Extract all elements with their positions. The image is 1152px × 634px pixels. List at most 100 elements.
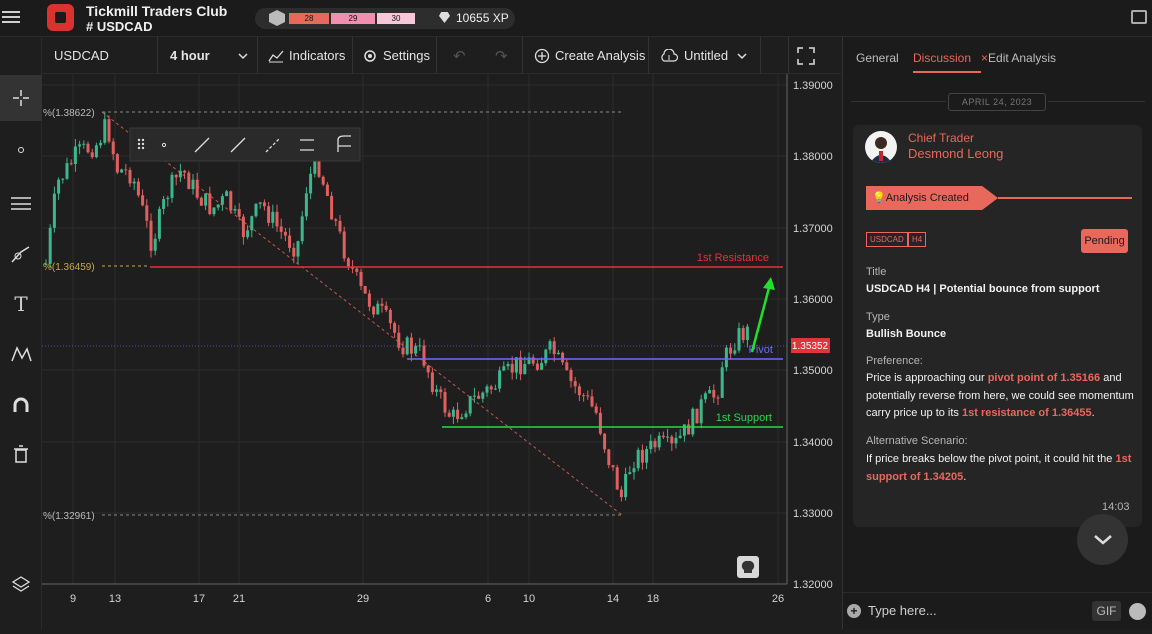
layers-icon[interactable] <box>0 561 42 607</box>
candle-body <box>401 347 405 355</box>
fib-label-mid: %(1.36459) <box>43 262 95 273</box>
undo-icon[interactable]: ↶ <box>453 47 466 65</box>
chevron-down-icon <box>737 52 747 59</box>
club-title: Tickmill Traders Club <box>86 3 228 19</box>
chevron-down-icon <box>1093 534 1112 545</box>
text-icon[interactable]: T <box>0 281 42 327</box>
magnet-icon[interactable] <box>0 383 42 429</box>
candle-body <box>657 435 661 448</box>
candle-body <box>745 326 749 341</box>
xp-points: 10655 XP <box>456 11 509 25</box>
settings-button[interactable]: Settings <box>353 37 437 74</box>
candle-body <box>720 367 724 398</box>
poster-role: Chief Trader <box>908 131 975 145</box>
candle-body <box>170 174 174 198</box>
emoji-icon[interactable] <box>1129 603 1146 620</box>
redo-icon[interactable]: ↷ <box>495 47 508 65</box>
candle-body <box>645 449 649 463</box>
candle-body <box>556 352 560 355</box>
candle-body <box>267 206 271 223</box>
candle-body <box>258 202 262 204</box>
candle-body <box>229 191 233 211</box>
candle-body <box>535 363 539 370</box>
candle-body <box>708 389 712 394</box>
candle-body <box>136 181 140 196</box>
candle-body <box>367 293 371 307</box>
tab-edit-analysis[interactable]: ×Edit Analysis <box>981 51 1056 65</box>
candlesticks <box>44 111 749 502</box>
candle-body <box>661 435 665 438</box>
candle-body <box>212 207 216 215</box>
layout-dropdown[interactable]: Untitled <box>649 37 761 74</box>
gif-button[interactable]: GIF <box>1092 601 1121 621</box>
candle-body <box>48 227 52 264</box>
diamond-icon <box>439 12 450 23</box>
level-next: 29 <box>331 13 375 24</box>
projection-arrow <box>750 283 772 353</box>
fib-label-bottom: %(1.32961) <box>43 511 95 522</box>
candle-body <box>666 436 670 438</box>
divider <box>1048 101 1145 102</box>
avatar[interactable] <box>865 131 897 163</box>
symbol-tag: USDCAD <box>866 232 908 247</box>
symbol-selector[interactable]: USDCAD <box>42 37 158 74</box>
level-after: 30 <box>377 13 415 24</box>
add-attachment-icon[interactable]: + <box>847 604 861 618</box>
candle-body <box>447 412 451 417</box>
fullscreen-icon[interactable] <box>788 37 828 74</box>
price-tick-label: 1.37000 <box>793 223 833 235</box>
menu-icon[interactable] <box>2 8 20 26</box>
candle-body <box>262 202 266 207</box>
dot-icon[interactable] <box>0 127 42 173</box>
candle-body <box>569 370 573 382</box>
candle-body <box>157 208 161 239</box>
indicators-button[interactable]: Indicators <box>258 37 353 74</box>
candle-body <box>519 357 523 375</box>
trend-line-icon[interactable] <box>0 179 42 225</box>
candle-body <box>464 413 468 418</box>
poster-name[interactable]: Desmond Leong <box>908 146 1003 161</box>
panel-toggle-icon[interactable] <box>1131 10 1147 24</box>
candle-body <box>481 392 485 399</box>
tab-discussion[interactable]: Discussion <box>913 51 971 65</box>
candle-body <box>540 363 544 370</box>
trash-icon[interactable] <box>0 431 42 477</box>
candle-body <box>115 154 119 173</box>
candle-body <box>145 205 149 221</box>
price-chart[interactable]: %(1.38622) %(1.36459) %(1.32961) 1st Res… <box>42 74 841 629</box>
crosshair-icon[interactable] <box>0 75 42 121</box>
candle-body <box>653 440 657 448</box>
preference-text: Price is approaching our pivot point of … <box>866 372 1134 419</box>
pattern-icon[interactable] <box>0 331 42 377</box>
candle-body <box>250 216 254 231</box>
candle-body <box>443 392 447 413</box>
alt-scenario-text: If price breaks below the pivot point, i… <box>866 453 1132 483</box>
candle-body <box>330 195 334 220</box>
message-input[interactable]: Type here... <box>868 603 937 618</box>
chart-canvas[interactable]: %(1.38622) %(1.36459) %(1.32961) 1st Res… <box>42 74 841 629</box>
candle-body <box>90 152 94 158</box>
candle-body <box>141 195 145 206</box>
candle-body <box>296 241 300 257</box>
candle-body <box>279 226 283 232</box>
create-analysis-button[interactable]: Create Analysis <box>525 37 649 74</box>
candle-body <box>426 365 430 373</box>
candle-body <box>456 409 460 419</box>
tab-general[interactable]: General <box>856 51 899 65</box>
candle-body <box>615 467 619 490</box>
candle-body <box>204 193 208 206</box>
xp-progress[interactable]: 28 29 30 10655 XP <box>255 8 515 29</box>
channel-name[interactable]: # USDCAD <box>86 19 152 34</box>
candle-body <box>724 347 728 368</box>
candle-body <box>691 408 695 435</box>
brush-icon[interactable] <box>0 231 42 277</box>
price-tick-label: 1.36000 <box>793 294 833 306</box>
drawing-mini-toolbar[interactable] <box>129 127 361 162</box>
candle-body <box>208 193 212 215</box>
top-bar: Tickmill Traders Club # USDCAD 28 29 30 … <box>0 0 1152 37</box>
candle-body <box>674 437 678 444</box>
candle-body <box>288 235 292 248</box>
date-separator: APRIL 24, 2023 <box>948 93 1046 111</box>
scroll-down-button[interactable] <box>1077 514 1128 565</box>
timeframe-dropdown[interactable]: 4 hour <box>158 37 258 74</box>
